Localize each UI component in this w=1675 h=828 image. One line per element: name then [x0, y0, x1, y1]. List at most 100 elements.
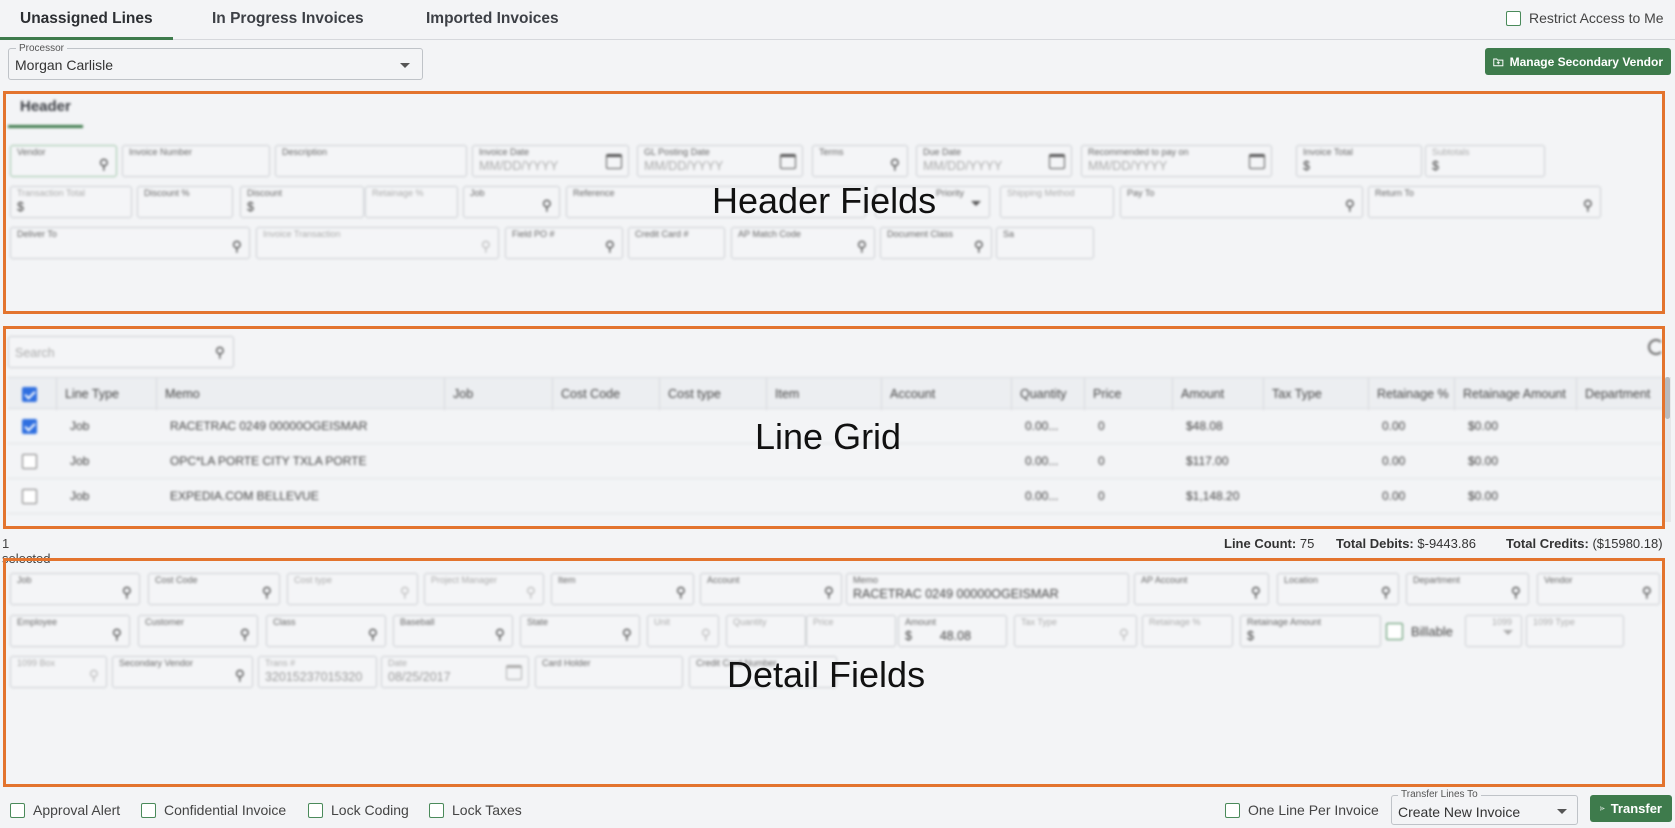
invoice-date-field[interactable]: Invoice Date MM/DD/YYYY — [472, 145, 629, 177]
detail-class-field[interactable]: Class ⚲ — [266, 615, 386, 647]
col-retainage-pct[interactable]: Retainage % — [1368, 378, 1454, 410]
lock-taxes-toggle[interactable]: Lock Taxes — [429, 802, 522, 818]
tab-unassigned-lines[interactable]: Unassigned Lines — [0, 0, 173, 40]
folder-plus-icon — [1493, 57, 1504, 66]
header-tab[interactable]: Header — [8, 98, 83, 128]
invoice-number-field[interactable]: Invoice Number — [122, 145, 270, 177]
billable-checkbox[interactable] — [1386, 623, 1403, 640]
lock-coding-toggle[interactable]: Lock Coding — [308, 802, 409, 818]
detail-secondary-vendor-field[interactable]: Secondary Vendor ⚲ — [112, 656, 253, 688]
document-class-field[interactable]: Document Class ⚲ — [880, 227, 992, 259]
transfer-lines-to-select[interactable]: Transfer Lines To Create New Invoice — [1391, 789, 1578, 825]
detail-customer-field[interactable]: Customer ⚲ — [138, 615, 258, 647]
col-cost-type[interactable]: Cost type — [659, 378, 766, 410]
col-cost-code[interactable]: Cost Code — [552, 378, 659, 410]
credit-card-field[interactable]: Credit Card # — [628, 227, 725, 259]
processor-select[interactable]: Processor Morgan Carlisle — [8, 43, 423, 80]
lock-coding-checkbox[interactable] — [308, 802, 323, 818]
invoice-total-field[interactable]: Invoice Total $ — [1296, 145, 1422, 177]
detail-department-field[interactable]: Department ⚲ — [1406, 573, 1529, 605]
lock-taxes-checkbox[interactable] — [429, 802, 444, 818]
retainage-pct-field: Retainage % — [365, 186, 458, 218]
col-department[interactable]: Department — [1576, 378, 1663, 410]
discount-pct-field[interactable]: Discount % — [137, 186, 233, 218]
row-checkbox[interactable] — [22, 454, 37, 470]
detail-vendor-field[interactable]: Vendor ⚲ — [1537, 573, 1660, 605]
row-checkbox[interactable] — [22, 419, 37, 435]
recommended-pay-field[interactable]: Recommended to pay on MM/DD/YYYY — [1081, 145, 1272, 177]
detail-employee-field[interactable]: Employee ⚲ — [10, 615, 130, 647]
col-tax-type[interactable]: Tax Type — [1263, 378, 1368, 410]
detail-baseball-field[interactable]: Baseball ⚲ — [393, 615, 513, 647]
tab-imported-invoices[interactable]: Imported Invoices — [406, 0, 579, 40]
grid-search-input[interactable]: Search ⚲ — [8, 336, 234, 368]
lock-taxes-label: Lock Taxes — [452, 802, 522, 818]
tab-in-progress-invoices[interactable]: In Progress Invoices — [192, 0, 384, 40]
detail-job-field[interactable]: Job ⚲ — [10, 573, 140, 605]
terms-field[interactable]: Terms ⚲ — [812, 145, 908, 177]
cell-line-type: Job — [70, 489, 90, 503]
confidential-invoice-checkbox[interactable] — [141, 802, 156, 818]
cell-retainage-amount: $0.00 — [1468, 454, 1499, 468]
search-icon: ⚲ — [973, 238, 984, 254]
restrict-access-toggle[interactable]: Restrict Access to Me — [1506, 10, 1664, 26]
discount-field[interactable]: Discount $ — [240, 186, 364, 218]
detail-trans-field: Trans #32015237015320 — [258, 656, 377, 688]
detail-cost-code-field[interactable]: Cost Code ⚲ — [148, 573, 280, 605]
job-field[interactable]: Job ⚲ — [463, 186, 560, 218]
one-line-per-invoice-toggle[interactable]: One Line Per Invoice — [1225, 802, 1379, 818]
col-line-type[interactable]: Line Type — [56, 378, 156, 410]
detail-ap-account-field[interactable]: AP Account ⚲ — [1134, 573, 1269, 605]
confidential-invoice-toggle[interactable]: Confidential Invoice — [141, 802, 286, 818]
transfer-button[interactable]: Transfer — [1590, 795, 1672, 822]
col-account[interactable]: Account — [881, 378, 1011, 410]
col-item[interactable]: Item — [766, 378, 881, 410]
approval-alert-label: Approval Alert — [33, 802, 121, 818]
col-retainage-amount[interactable]: Retainage Amount — [1454, 378, 1576, 410]
manage-secondary-vendor-button[interactable]: Manage Secondary Vendor — [1485, 48, 1671, 75]
line-grid-annotation: Line Grid — [755, 416, 902, 457]
ap-match-code-field[interactable]: AP Match Code ⚲ — [731, 227, 875, 259]
return-to-field[interactable]: Return To ⚲ — [1368, 186, 1601, 218]
pay-to-field[interactable]: Pay To ⚲ — [1120, 186, 1363, 218]
col-quantity[interactable]: Quantity — [1011, 378, 1084, 410]
billable-toggle[interactable]: Billable — [1386, 623, 1453, 640]
cell-memo: EXPEDIA.COM BELLEVUE — [170, 489, 319, 503]
description-field[interactable]: Description — [275, 145, 467, 177]
sa-field[interactable]: Sa — [996, 227, 1094, 259]
col-job[interactable]: Job — [444, 378, 552, 410]
gl-posting-date-field[interactable]: GL Posting Date MM/DD/YYYY — [637, 145, 803, 177]
detail-card-holder-field[interactable]: Card Holder — [535, 656, 683, 688]
row-checkbox[interactable] — [22, 489, 37, 505]
approval-alert-checkbox[interactable] — [10, 802, 25, 818]
send-icon — [1600, 806, 1605, 811]
total-debits: Total Debits: $-9443.86 — [1336, 536, 1476, 551]
search-icon: ⚲ — [700, 626, 711, 642]
field-po-field[interactable]: Field PO # ⚲ — [505, 227, 623, 259]
table-row[interactable]: Job EXPEDIA.COM BELLEVUE 0.00... 0 $1,14… — [8, 479, 1663, 514]
one-line-per-invoice-checkbox[interactable] — [1225, 802, 1240, 818]
grid-scrollbar[interactable] — [1664, 377, 1671, 522]
vendor-field[interactable]: Vendor ⚲ — [10, 145, 117, 177]
detail-account-field[interactable]: Account ⚲ — [700, 573, 842, 605]
restrict-access-checkbox[interactable] — [1506, 10, 1521, 26]
col-amount[interactable]: Amount — [1172, 378, 1263, 410]
select-all-checkbox[interactable] — [22, 387, 37, 403]
col-memo[interactable]: Memo — [156, 378, 444, 410]
search-icon: ⚲ — [604, 238, 615, 254]
due-date-field[interactable]: Due Date MM/DD/YYYY — [916, 145, 1072, 177]
grid-scrollbar-thumb[interactable] — [1665, 377, 1670, 419]
detail-memo-field[interactable]: Memo RACETRAC 0249 00000OGEISMAR — [846, 573, 1129, 605]
detail-amount-field[interactable]: Amount $ 48.08 — [898, 615, 1007, 647]
deliver-to-field[interactable]: Deliver To ⚲ — [10, 227, 250, 259]
search-icon: ⚲ — [234, 667, 245, 683]
detail-state-field[interactable]: State ⚲ — [520, 615, 640, 647]
cell-price: 0 — [1098, 454, 1105, 468]
detail-location-field[interactable]: Location ⚲ — [1277, 573, 1399, 605]
refresh-icon[interactable] — [1648, 339, 1664, 355]
cell-amount: $117.00 — [1186, 454, 1229, 468]
approval-alert-toggle[interactable]: Approval Alert — [10, 802, 120, 818]
col-price[interactable]: Price — [1084, 378, 1172, 410]
detail-retainage-amount-field[interactable]: Retainage Amount $ — [1240, 615, 1381, 647]
detail-item-field[interactable]: Item ⚲ — [551, 573, 694, 605]
